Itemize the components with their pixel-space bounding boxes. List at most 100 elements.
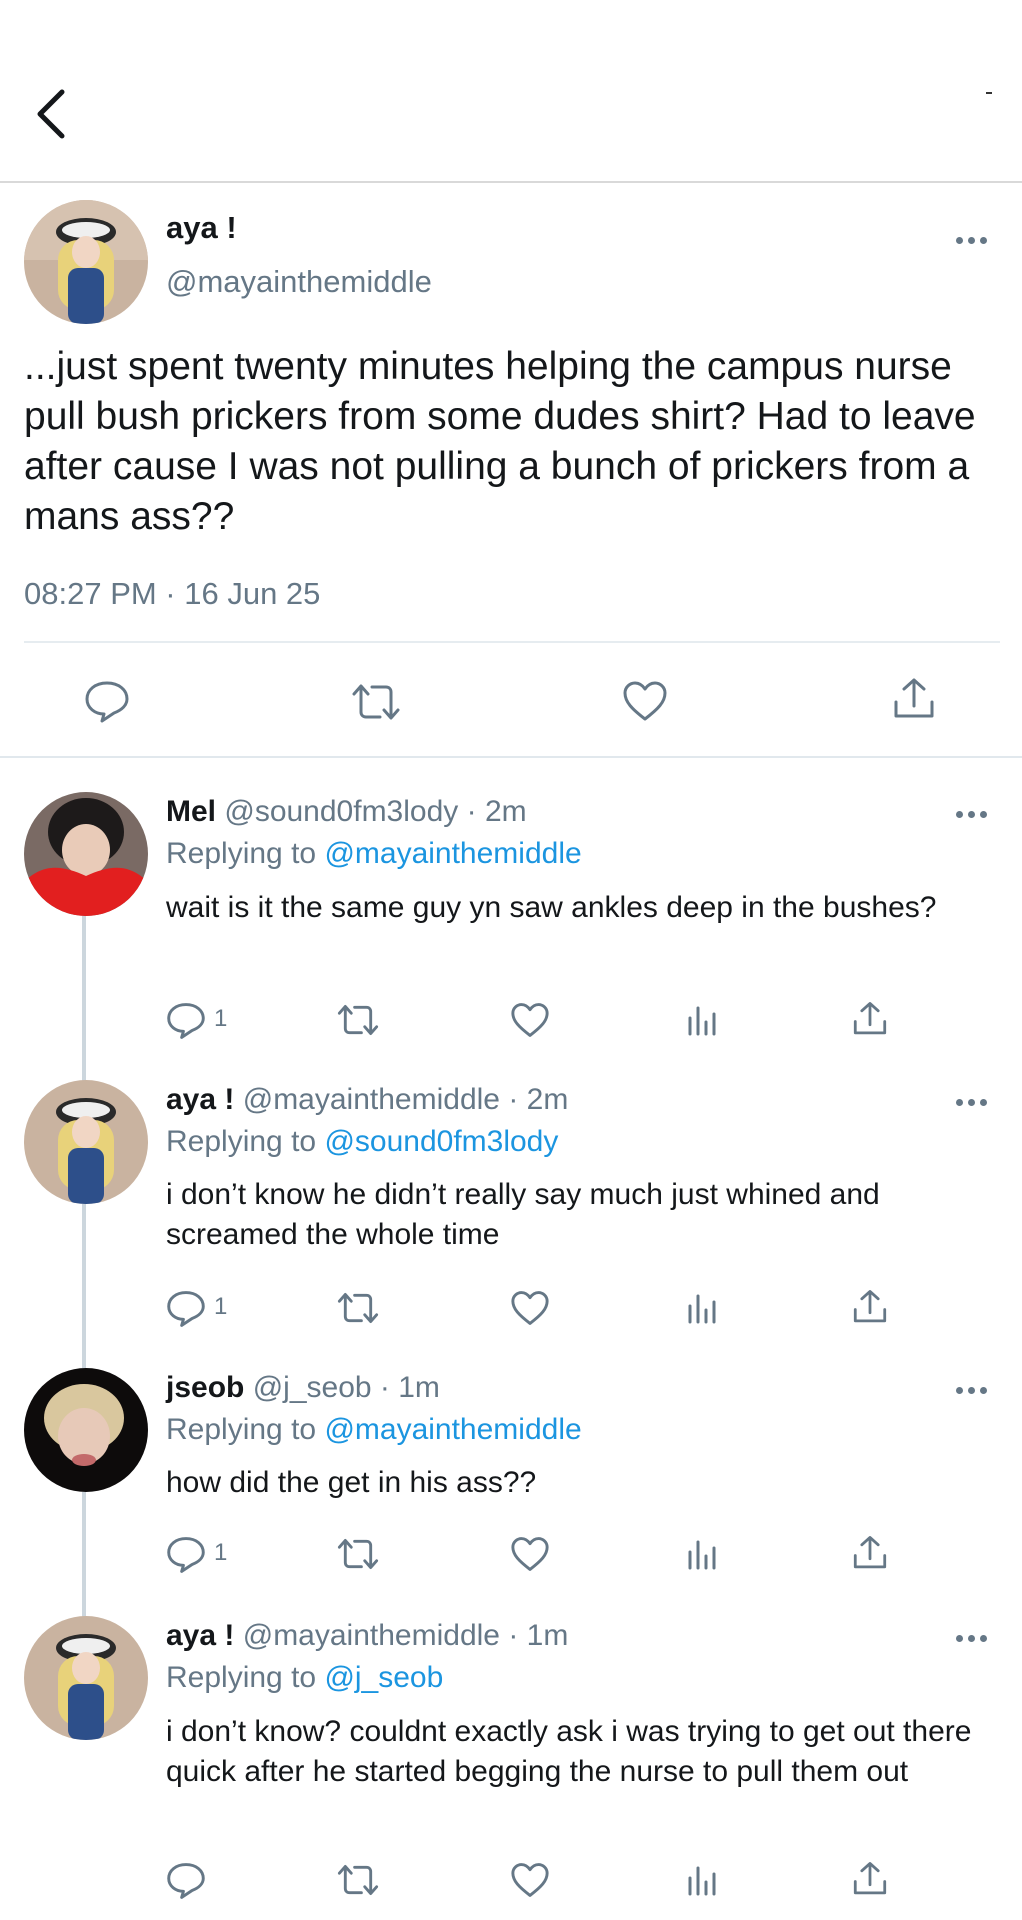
retweet-icon bbox=[337, 1539, 379, 1569]
analytics-button[interactable] bbox=[686, 1864, 718, 1901]
reply-icon bbox=[167, 1003, 205, 1039]
status-mark bbox=[986, 92, 992, 94]
reply-time: · 1m bbox=[508, 1619, 569, 1652]
retweet-button[interactable] bbox=[336, 1863, 380, 1902]
reply-author-name[interactable]: jseob bbox=[166, 1371, 244, 1404]
more-options-icon[interactable] bbox=[956, 234, 990, 246]
like-icon bbox=[623, 681, 667, 721]
reply-time: · 2m bbox=[508, 1083, 569, 1116]
reply-time: · 2m bbox=[466, 795, 527, 828]
replying-prefix: Replying to bbox=[166, 1413, 317, 1446]
top-bar bbox=[0, 0, 1022, 183]
reply-icon bbox=[167, 1537, 205, 1573]
reply-author-handle[interactable]: @mayainthemiddle bbox=[243, 1619, 500, 1652]
thread-line bbox=[82, 1204, 86, 1368]
analytics-icon bbox=[688, 1294, 716, 1324]
tweet-timestamp[interactable]: 08:27 PM · 16 Jun 25 bbox=[24, 576, 320, 612]
like-button[interactable] bbox=[510, 1290, 550, 1331]
replying-prefix: Replying to bbox=[166, 837, 317, 870]
reply-time: · 1m bbox=[379, 1371, 440, 1404]
author-name[interactable]: aya ! bbox=[166, 210, 237, 246]
replying-prefix: Replying to bbox=[166, 1125, 317, 1158]
reply-author-handle[interactable]: @mayainthemiddle bbox=[243, 1083, 500, 1116]
analytics-icon bbox=[688, 1866, 716, 1896]
author-handle[interactable]: @mayainthemiddle bbox=[166, 264, 432, 300]
like-icon bbox=[511, 1863, 549, 1897]
more-options-icon[interactable] bbox=[956, 1384, 990, 1396]
more-options-icon[interactable] bbox=[956, 808, 990, 820]
like-icon bbox=[511, 1291, 549, 1325]
replying-to: Replying to @mayainthemiddle bbox=[166, 837, 582, 871]
share-icon bbox=[894, 678, 934, 718]
reply-button[interactable] bbox=[166, 1002, 206, 1045]
reply-button[interactable] bbox=[166, 1536, 206, 1579]
share-icon bbox=[853, 1290, 887, 1323]
divider bbox=[0, 756, 1022, 758]
divider bbox=[24, 641, 1000, 643]
avatar[interactable] bbox=[24, 200, 148, 324]
analytics-button[interactable] bbox=[686, 1292, 718, 1329]
reply-text: i don’t know he didn’t really say much j… bbox=[166, 1178, 880, 1251]
retweet-button[interactable] bbox=[336, 1537, 380, 1576]
replying-to-link[interactable]: @sound0fm3lody bbox=[324, 1125, 558, 1158]
share-button[interactable] bbox=[852, 1860, 888, 1903]
avatar[interactable] bbox=[24, 792, 148, 916]
replying-to-link[interactable]: @mayainthemiddle bbox=[324, 837, 581, 870]
chevron-left-icon bbox=[37, 89, 65, 139]
reply-button[interactable] bbox=[166, 1290, 206, 1333]
share-button[interactable] bbox=[852, 1288, 888, 1331]
like-button[interactable] bbox=[510, 1002, 550, 1043]
retweet-icon bbox=[337, 1005, 379, 1035]
replying-to: Replying to @mayainthemiddle bbox=[166, 1413, 582, 1447]
retweet-icon bbox=[337, 1293, 379, 1323]
share-button[interactable] bbox=[892, 676, 936, 727]
like-icon bbox=[511, 1537, 549, 1571]
like-button[interactable] bbox=[510, 1862, 550, 1903]
retweet-button[interactable] bbox=[336, 1291, 380, 1330]
reply-icon bbox=[167, 1291, 205, 1327]
analytics-button[interactable] bbox=[686, 1538, 718, 1575]
like-button[interactable] bbox=[622, 680, 668, 727]
reply-button[interactable] bbox=[84, 680, 130, 729]
analytics-button[interactable] bbox=[686, 1004, 718, 1041]
analytics-icon bbox=[688, 1540, 716, 1570]
back-button[interactable] bbox=[30, 86, 74, 142]
thread-line bbox=[82, 916, 86, 1082]
avatar[interactable] bbox=[24, 1080, 148, 1204]
reply-author-name[interactable]: aya ! bbox=[166, 1619, 234, 1652]
share-icon bbox=[853, 1002, 887, 1035]
replying-to-link[interactable]: @mayainthemiddle bbox=[324, 1413, 581, 1446]
avatar[interactable] bbox=[24, 1368, 148, 1492]
reply-author-handle[interactable]: @j_seob bbox=[253, 1371, 372, 1404]
more-options-icon[interactable] bbox=[956, 1632, 990, 1644]
replying-to: Replying to @sound0fm3lody bbox=[166, 1125, 558, 1159]
reply-icon bbox=[85, 681, 129, 723]
retweet-icon bbox=[337, 1865, 379, 1895]
reply-count: 1 bbox=[214, 1539, 228, 1566]
reply-author-name[interactable]: Mel bbox=[166, 795, 216, 828]
share-button[interactable] bbox=[852, 1534, 888, 1577]
share-icon bbox=[853, 1862, 887, 1895]
reply-text: how did the get in his ass?? bbox=[166, 1466, 537, 1499]
like-button[interactable] bbox=[510, 1536, 550, 1577]
more-options-icon[interactable] bbox=[956, 1096, 990, 1108]
reply-author-name[interactable]: aya ! bbox=[166, 1083, 234, 1116]
reply-text: i don’t know? couldnt exactly ask i was … bbox=[166, 1715, 972, 1788]
reply-button[interactable] bbox=[166, 1862, 206, 1905]
tweet-text: ...just spent twenty minutes helping the… bbox=[24, 345, 976, 538]
reply-text: wait is it the same guy yn saw ankles de… bbox=[166, 891, 937, 924]
analytics-icon bbox=[688, 1006, 716, 1036]
avatar[interactable] bbox=[24, 1616, 148, 1740]
reply-count: 1 bbox=[214, 1005, 228, 1032]
reply-icon bbox=[167, 1863, 205, 1899]
reply-count: 1 bbox=[214, 1293, 228, 1320]
retweet-icon bbox=[352, 684, 400, 720]
retweet-button[interactable] bbox=[350, 682, 402, 727]
replying-to: Replying to @j_seob bbox=[166, 1661, 443, 1695]
replying-prefix: Replying to bbox=[166, 1661, 317, 1694]
like-icon bbox=[511, 1003, 549, 1037]
share-button[interactable] bbox=[852, 1000, 888, 1043]
replying-to-link[interactable]: @j_seob bbox=[324, 1661, 443, 1694]
retweet-button[interactable] bbox=[336, 1003, 380, 1042]
reply-author-handle[interactable]: @sound0fm3lody bbox=[224, 795, 458, 828]
